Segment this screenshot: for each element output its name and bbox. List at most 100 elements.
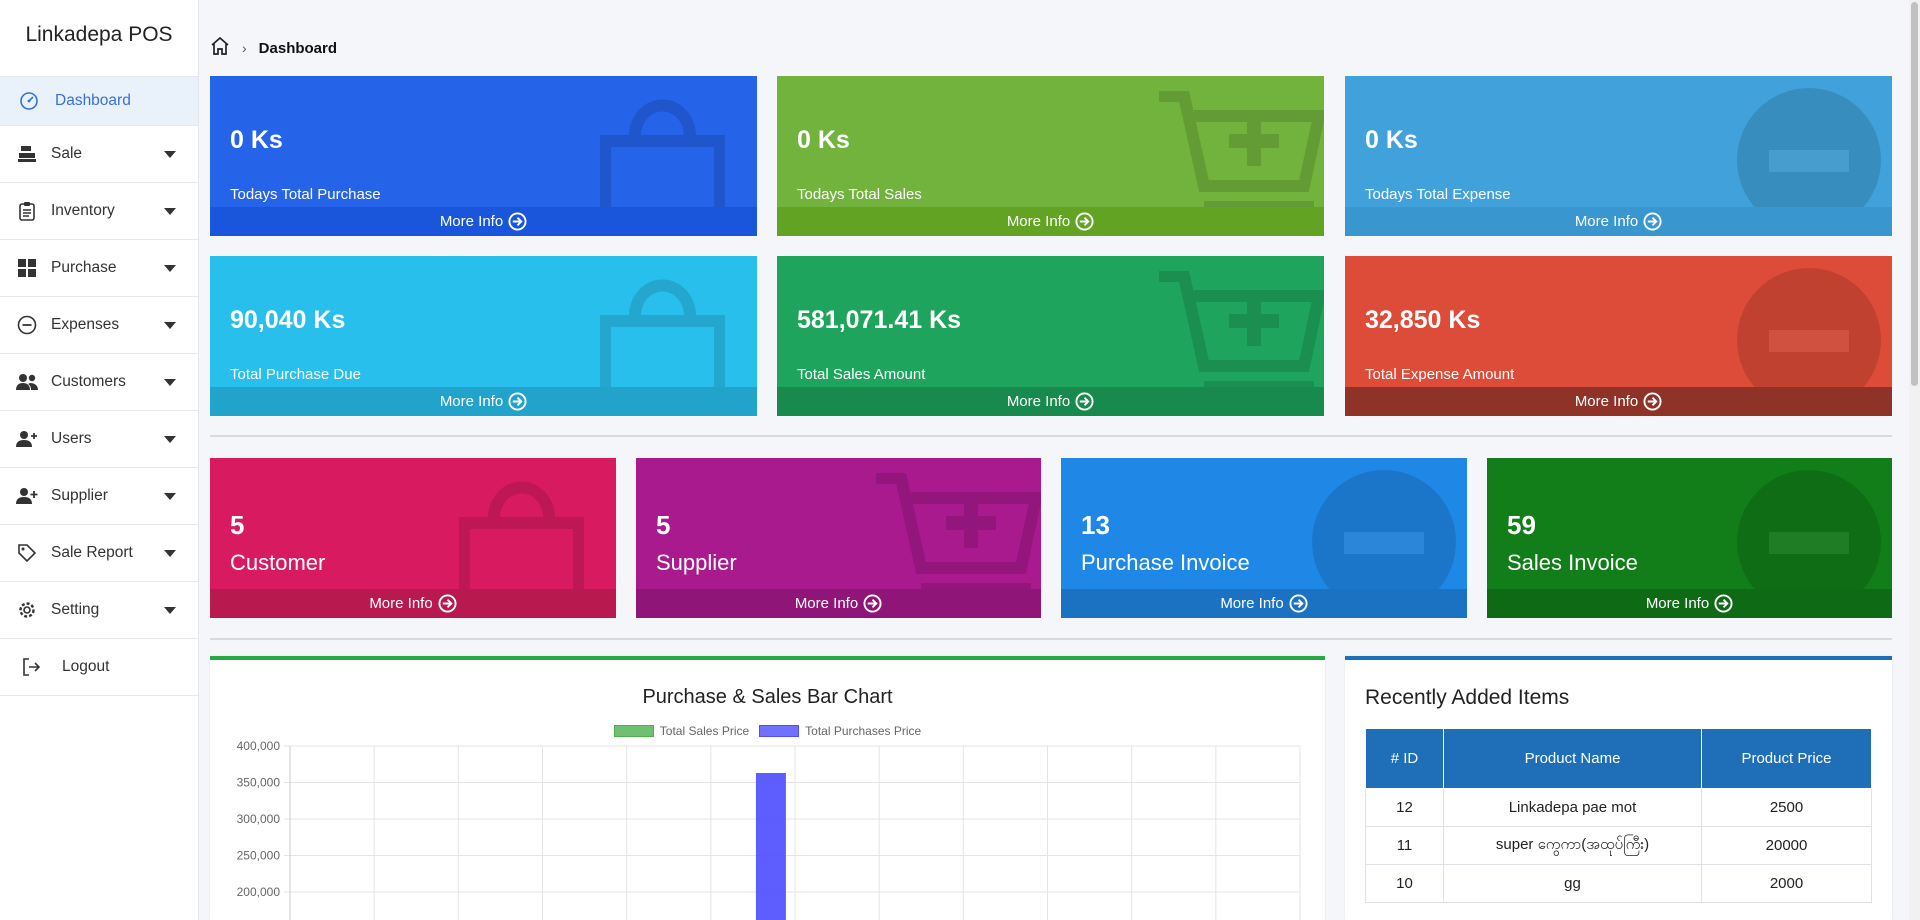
chevron-down-icon (164, 550, 176, 557)
stat-label: Supplier (656, 550, 737, 575)
more-info-link[interactable]: More Info (210, 387, 757, 416)
scrollbar-thumb[interactable] (1911, 2, 1918, 386)
stat-card-customer: 5 Customer More Info (210, 458, 616, 618)
stat-card-purchase-invoice: 13 Purchase Invoice More Info (1061, 458, 1467, 618)
users-icon (16, 371, 38, 393)
minus-circle-icon (16, 314, 38, 336)
cell-id: 12 (1365, 788, 1444, 827)
user-gear-icon (16, 428, 38, 450)
sidebar-item-label: Sale Report (51, 544, 133, 561)
sidebar-item-label: Sale (51, 145, 83, 162)
chevron-down-icon (164, 208, 176, 215)
stat-label: Total Purchase Due (230, 366, 361, 383)
more-info-link[interactable]: More Info (1345, 387, 1892, 416)
y-tick-label: 300,000 (237, 812, 281, 826)
tag-icon (16, 542, 38, 564)
stat-card-sales-amount: 581,071.41 Ks Total Sales Amount More In… (777, 256, 1324, 416)
sidebar-item-label: Logout (62, 658, 110, 675)
more-info-link[interactable]: More Info (636, 589, 1041, 618)
sidebar: Linkadepa POS Dashboard Sale Inventory P… (0, 0, 199, 920)
chevron-down-icon (164, 151, 176, 158)
more-info-link[interactable]: More Info (1061, 589, 1467, 618)
stat-value: 90,040 Ks (230, 306, 346, 334)
more-info-link[interactable]: More Info (210, 589, 616, 618)
stat-value: 0 Ks (797, 126, 850, 154)
sidebar-item-purchase[interactable]: Purchase (0, 240, 198, 297)
stat-value: 5 (230, 510, 245, 540)
more-info-link[interactable]: More Info (1345, 207, 1892, 236)
cell-product-price: 2500 (1701, 788, 1872, 827)
chevron-right-icon: › (242, 40, 247, 56)
cell-product-price: 20000 (1701, 826, 1872, 865)
grid-icon (16, 257, 38, 279)
y-tick-label: 200,000 (237, 885, 281, 899)
chevron-down-icon (164, 379, 176, 386)
home-icon[interactable] (210, 36, 230, 60)
stat-label: Todays Total Purchase (230, 186, 381, 203)
stat-label: Total Sales Amount (797, 366, 926, 383)
more-info-link[interactable]: More Info (777, 387, 1324, 416)
gear-icon (16, 599, 38, 621)
stat-card-purchase-due: 90,040 Ks Total Purchase Due More Info (210, 256, 757, 416)
recent-items-card: Recently Added Items # ID Product Name P… (1345, 656, 1892, 920)
stat-card-todays-purchase: 0 Ks Todays Total Purchase More Info (210, 76, 757, 236)
page-scrollbar[interactable] (1909, 0, 1920, 920)
sidebar-item-label: Inventory (51, 202, 115, 219)
more-info-link[interactable]: More Info (210, 207, 757, 236)
cell-product-price: 2000 (1701, 864, 1872, 903)
cell-product-name: gg (1443, 864, 1702, 903)
sidebar-item-label: Users (51, 430, 92, 447)
cash-register-icon (16, 143, 38, 165)
bar-total-purchases (755, 773, 786, 920)
divider (210, 435, 1892, 437)
stat-label: Total Expense Amount (1365, 366, 1515, 383)
sidebar-item-sale-report[interactable]: Sale Report (0, 525, 198, 582)
stat-value: 32,850 Ks (1365, 306, 1481, 334)
arrow-circle-right-icon (508, 212, 527, 231)
arrow-circle-right-icon (438, 594, 457, 613)
sidebar-item-sale[interactable]: Sale (0, 126, 198, 183)
table-row: 12 Linkadepa pae mot 2500 (1365, 788, 1872, 827)
sidebar-item-label: Supplier (51, 487, 108, 504)
cell-product-name: Linkadepa pae mot (1443, 788, 1702, 827)
sidebar-item-setting[interactable]: Setting (0, 582, 198, 639)
sidebar-item-inventory[interactable]: Inventory (0, 183, 198, 240)
sidebar-item-customers[interactable]: Customers (0, 354, 198, 411)
sidebar-item-users[interactable]: Users (0, 411, 198, 468)
sidebar-item-dashboard[interactable]: Dashboard (0, 76, 198, 126)
stat-card-todays-expense: 0 Ks Todays Total Expense More Info (1345, 76, 1892, 236)
stat-value: 5 (656, 510, 671, 540)
sidebar-item-label: Dashboard (55, 92, 131, 109)
stat-card-sales-invoice: 59 Sales Invoice More Info (1487, 458, 1892, 618)
table-row: 10 gg 2000 (1365, 864, 1872, 903)
stat-value: 59 (1507, 510, 1536, 540)
arrow-circle-right-icon (508, 392, 527, 411)
table-header-row: # ID Product Name Product Price (1365, 728, 1872, 789)
more-info-link[interactable]: More Info (1487, 589, 1892, 618)
recent-items-title: Recently Added Items (1365, 686, 1570, 709)
sidebar-item-supplier[interactable]: Supplier (0, 468, 198, 525)
arrow-circle-right-icon (1289, 594, 1308, 613)
column-header: Product Price (1701, 728, 1872, 789)
column-header: Product Name (1443, 728, 1702, 789)
arrow-circle-right-icon (1643, 212, 1662, 231)
sidebar-item-label: Setting (51, 601, 100, 618)
user-plus-icon (16, 485, 38, 507)
sidebar-item-logout[interactable]: Logout (0, 639, 198, 696)
cart-plus-icon (1159, 271, 1324, 395)
app-title: Linkadepa POS (25, 23, 173, 46)
chevron-down-icon (164, 436, 176, 443)
stat-card-expense-amount: 32,850 Ks Total Expense Amount More Info (1345, 256, 1892, 416)
column-header: # ID (1365, 728, 1444, 789)
cart-plus-icon (1159, 91, 1324, 215)
y-tick-label: 400,000 (237, 739, 281, 753)
sidebar-item-label: Purchase (51, 259, 117, 276)
y-tick-label: 350,000 (237, 776, 281, 790)
arrow-circle-right-icon (1075, 212, 1094, 231)
more-info-link[interactable]: More Info (777, 207, 1324, 236)
breadcrumb-current: Dashboard (258, 39, 338, 57)
stat-value: 13 (1081, 510, 1110, 540)
arrow-circle-right-icon (863, 594, 882, 613)
table-row: 11 super ကွေကာ(အထုပ်ကြီး) 20000 (1365, 826, 1872, 865)
sidebar-item-expenses[interactable]: Expenses (0, 297, 198, 354)
